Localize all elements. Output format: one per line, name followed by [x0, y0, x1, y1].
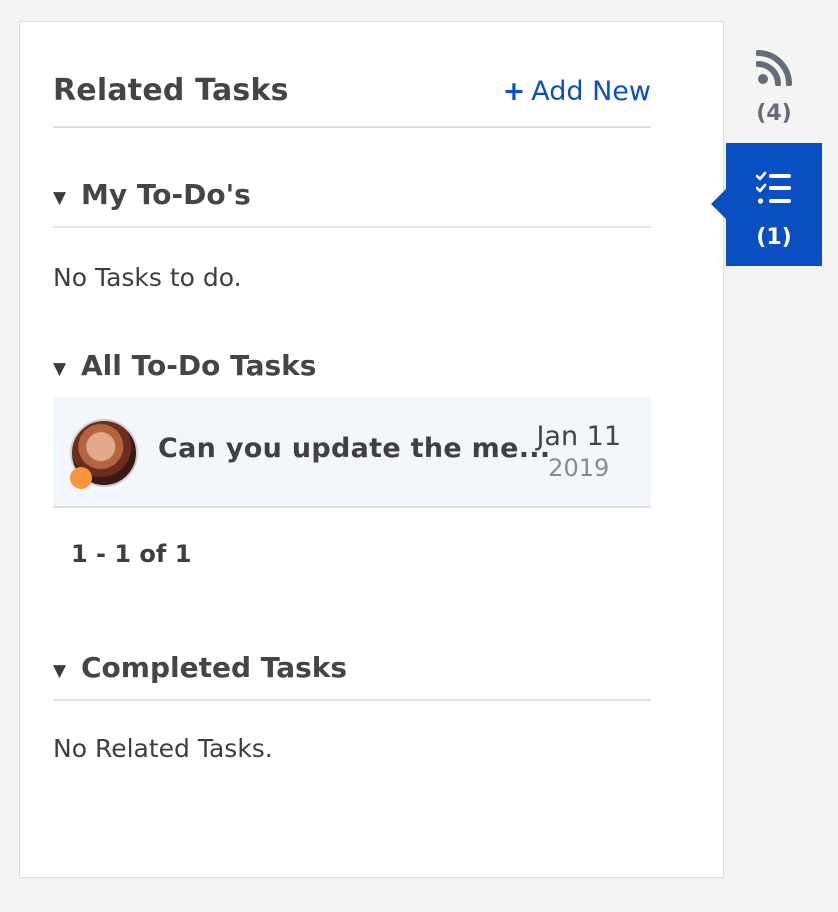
add-new-label: Add New	[531, 76, 651, 107]
add-new-button[interactable]: + Add New	[503, 76, 651, 107]
feed-count: (4)	[756, 101, 792, 126]
task-list-icon	[756, 171, 791, 204]
section-label: All To-Do Tasks	[81, 349, 317, 382]
my-todos-empty-text: No Tasks to do.	[53, 263, 242, 292]
caret-down-icon: ▼	[53, 661, 67, 681]
section-label: My To-Do's	[81, 178, 251, 211]
panel-header: Related Tasks + Add New	[53, 70, 651, 128]
tasks-count: (1)	[756, 225, 792, 250]
caret-down-icon: ▼	[53, 188, 67, 208]
plus-icon: +	[502, 76, 526, 107]
completed-empty-text: No Related Tasks.	[53, 734, 273, 763]
task-title: Can you update the me...	[158, 433, 551, 464]
section-toggle-completed[interactable]: ▼ Completed Tasks	[53, 645, 651, 701]
pagination-count: 1 - 1 of 1	[71, 540, 192, 568]
table-row[interactable]: Can you update the me... Jan 11 2019	[53, 397, 651, 508]
tab-tasks[interactable]: (1)	[711, 143, 822, 266]
section-label: Completed Tasks	[81, 651, 348, 684]
page-title: Related Tasks	[53, 73, 289, 108]
rss-feed-icon	[756, 50, 792, 86]
tab-activity-feed[interactable]: (4)	[726, 21, 822, 143]
task-date-day: Jan 11	[536, 421, 621, 452]
task-date-year: 2019	[548, 454, 610, 482]
section-toggle-all-todos[interactable]: ▼ All To-Do Tasks	[53, 343, 651, 399]
task-date: Jan 11 2019	[536, 421, 621, 482]
status-dot-icon	[70, 467, 92, 489]
caret-down-icon: ▼	[53, 359, 67, 379]
section-toggle-my-todos[interactable]: ▼ My To-Do's	[53, 172, 651, 228]
